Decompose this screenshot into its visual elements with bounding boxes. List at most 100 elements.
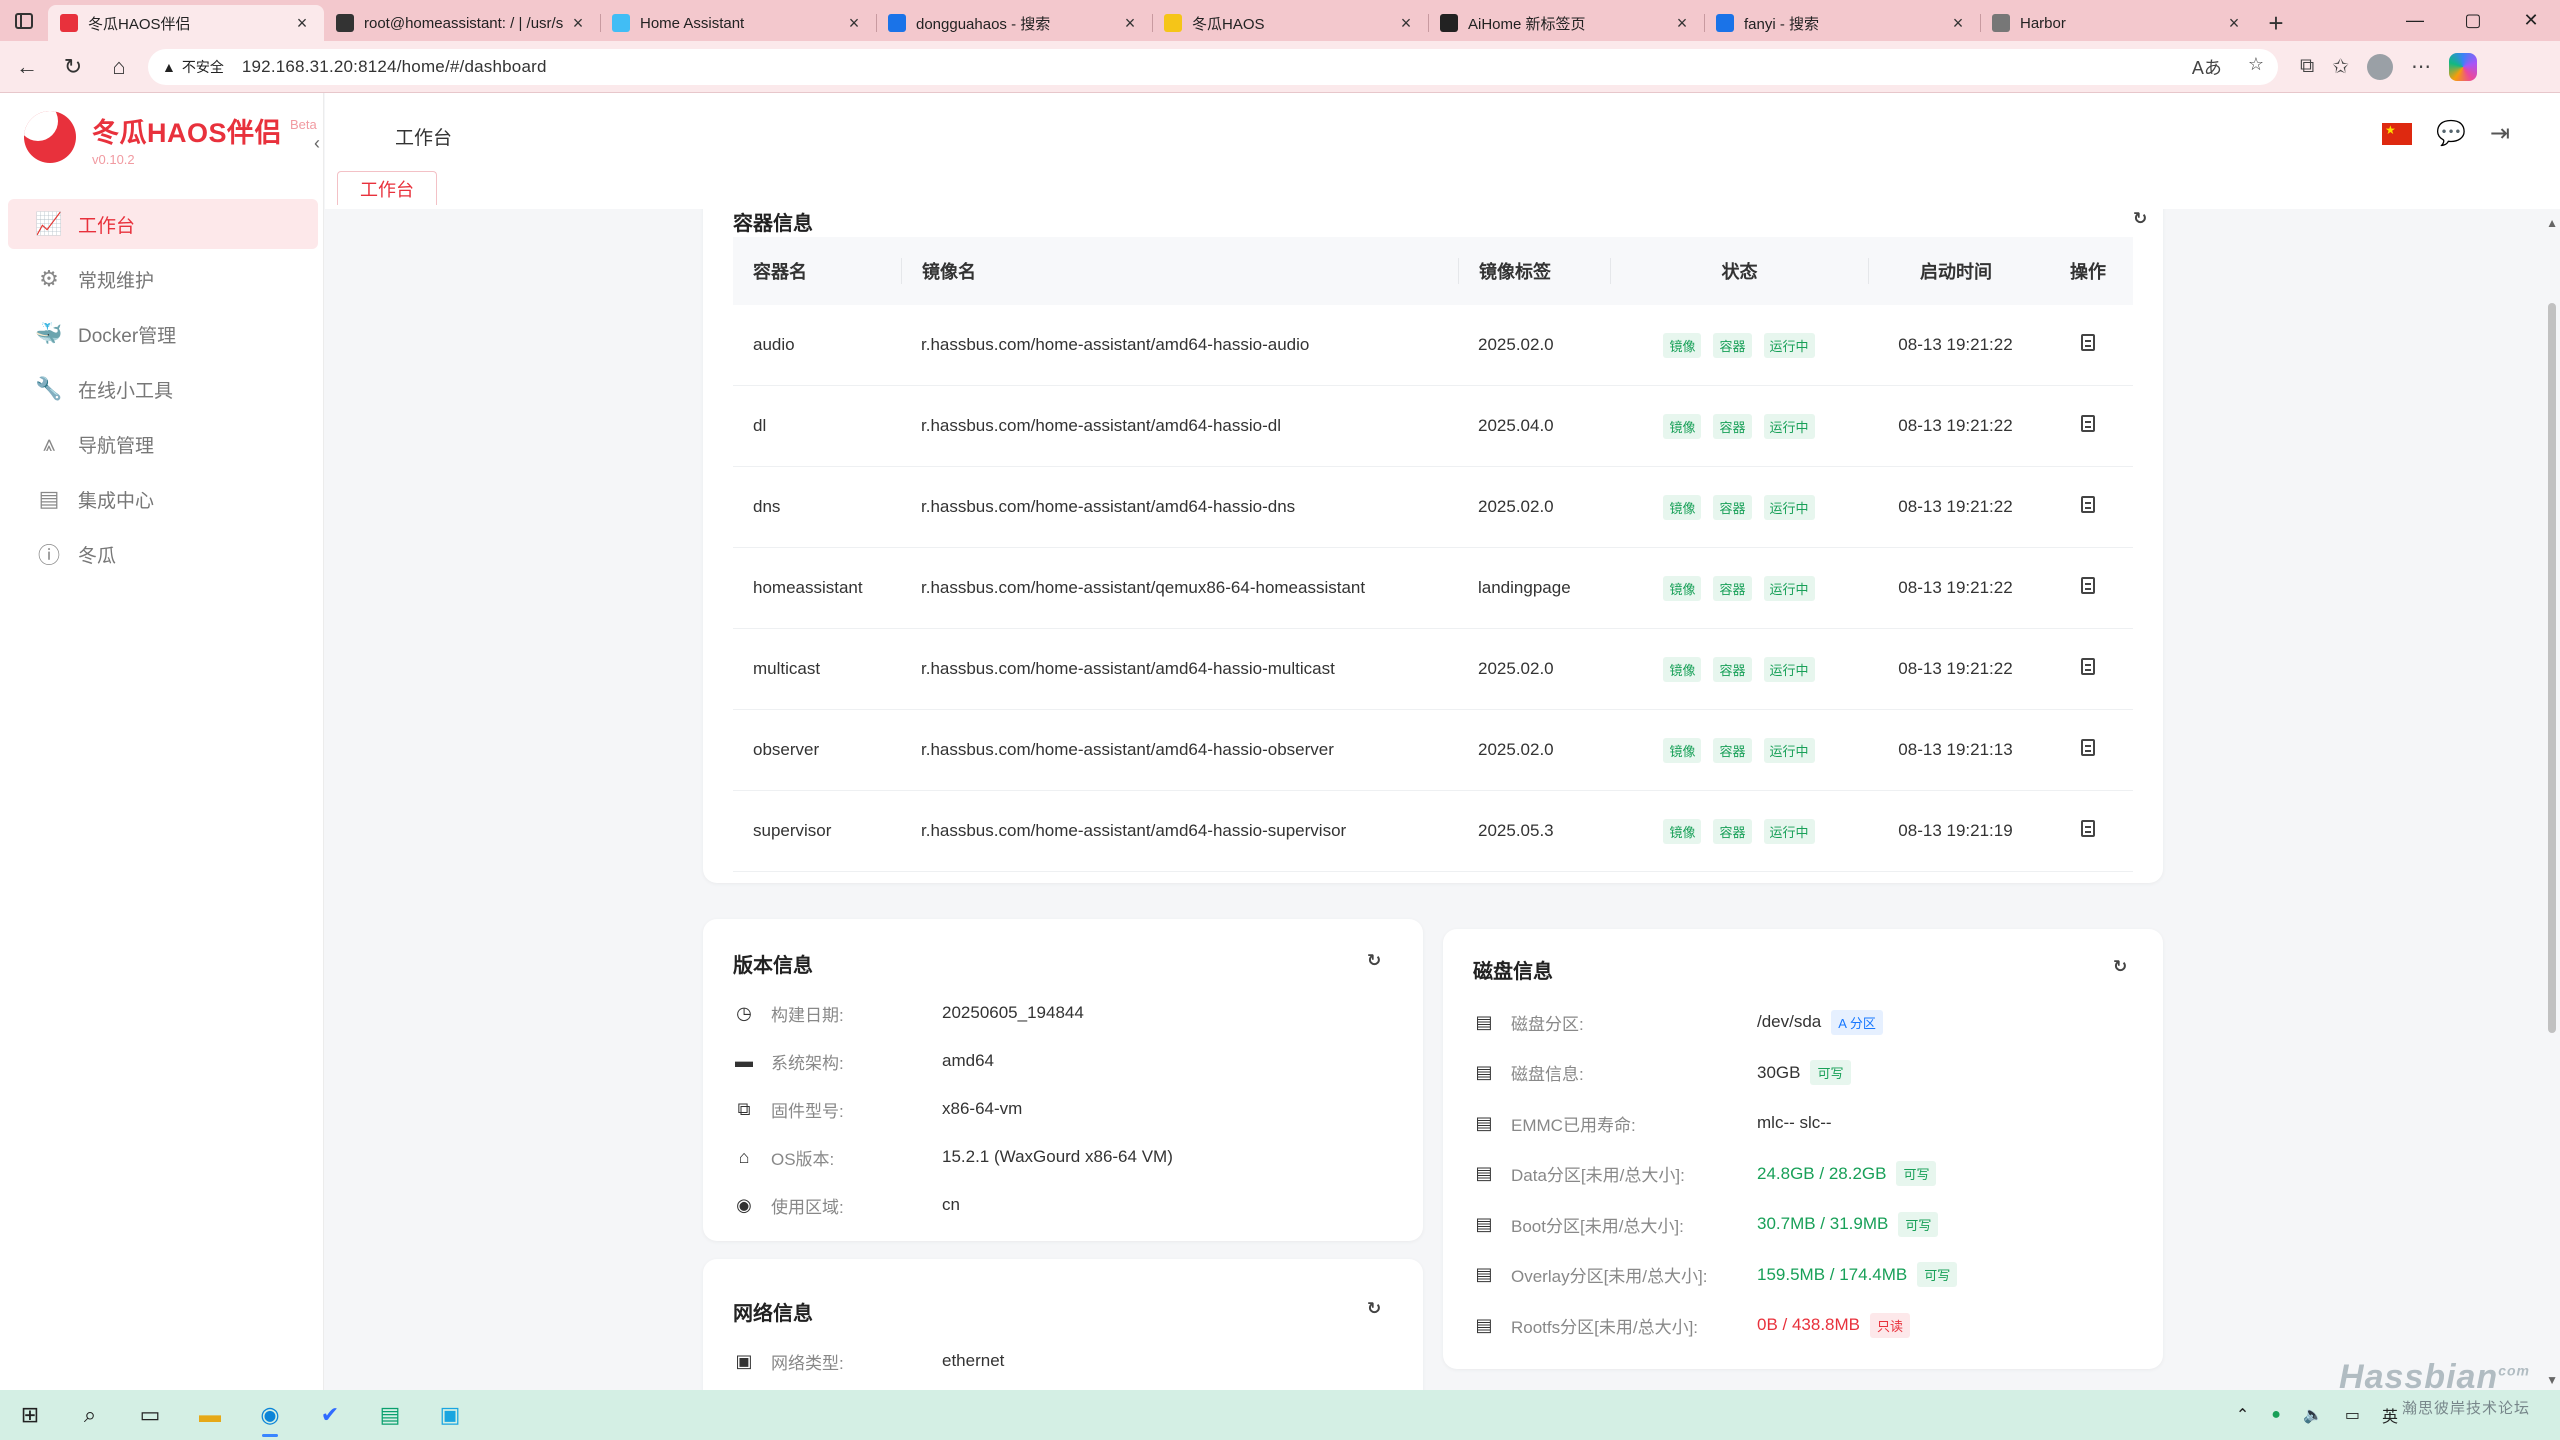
volume-icon[interactable]: 🔈	[2303, 1405, 2323, 1425]
remote-desktop-icon[interactable]: ▣	[420, 1390, 480, 1440]
copy-icon: ⧉	[737, 1098, 751, 1119]
info-label: 网络类型:	[771, 1353, 844, 1373]
status-badge: 镜像	[1663, 737, 1702, 763]
scroll-down-arrow[interactable]: ▼	[2546, 1373, 2558, 1387]
browser-tab[interactable]: Home Assistant ×	[600, 5, 876, 41]
start-button[interactable]: ⊞	[0, 1390, 60, 1440]
reload-button[interactable]: ↻	[50, 47, 96, 87]
maximize-button[interactable]: ▢	[2444, 0, 2502, 41]
status-pill: 可写	[1810, 1060, 1851, 1086]
sidebar-item[interactable]: 🐳 Docker管理	[8, 309, 318, 359]
column-header: 容器名	[753, 262, 807, 282]
status-badge: 运行中	[1763, 656, 1815, 682]
details-button[interactable]	[2043, 577, 2133, 599]
info-value: 30GB	[1757, 1062, 1801, 1082]
extensions-icon[interactable]: ⧉	[2300, 55, 2314, 78]
read-aloud-icon[interactable]: Aあ	[2192, 54, 2222, 80]
close-tab-icon[interactable]: ×	[1672, 13, 1692, 34]
language-flag-icon[interactable]	[2382, 122, 2412, 145]
brand-name: 冬瓜HAOS伴侣	[92, 118, 283, 148]
close-tab-icon[interactable]: ×	[1396, 13, 1416, 34]
more-menu-icon[interactable]: ⋯	[2411, 54, 2431, 79]
favorites-icon[interactable]: ✩	[2332, 54, 2349, 79]
container-name: homeassistant	[753, 578, 863, 597]
tab-actions-button[interactable]	[0, 0, 48, 41]
home-button[interactable]: ⌂	[96, 47, 142, 87]
status-badge: 运行中	[1763, 332, 1815, 358]
info-icon: ⓘ	[37, 543, 60, 568]
details-button[interactable]	[2043, 739, 2133, 761]
close-tab-icon[interactable]: ×	[2224, 13, 2244, 34]
image-name: r.hassbus.com/home-assistant/amd64-hassi…	[921, 497, 1296, 516]
details-button[interactable]	[2043, 658, 2133, 680]
task-view-icon[interactable]: ▭	[120, 1390, 180, 1440]
clock-icon: ◷	[736, 1002, 752, 1023]
back-button[interactable]: ←	[4, 47, 50, 87]
browser-tab[interactable]: root@homeassistant: / | /usr/s ×	[324, 5, 600, 41]
app-checkmark-icon[interactable]: ✔	[300, 1390, 360, 1440]
new-tab-button[interactable]: +	[2256, 5, 2296, 41]
sidebar-item[interactable]: ⓘ 冬瓜	[8, 529, 318, 579]
refresh-version-icon[interactable]: ↻	[1367, 951, 1381, 971]
sidebar-item-label: Docker管理	[78, 325, 177, 347]
sidebar-item[interactable]: 📈 工作台	[8, 199, 318, 249]
security-label: 不安全	[181, 58, 224, 75]
favorite-star-icon[interactable]: ☆	[2248, 54, 2264, 80]
wechat-tray-icon[interactable]: ●	[2271, 1406, 2281, 1424]
info-label: 磁盘信息:	[1511, 1065, 1584, 1085]
browser-tab[interactable]: Harbor ×	[1980, 5, 2256, 41]
browser-tab[interactable]: dongguahaos - 搜索 ×	[876, 5, 1152, 41]
browser-tab[interactable]: fanyi - 搜索 ×	[1704, 5, 1980, 41]
tray-chevron-icon[interactable]: ⌃	[2236, 1405, 2249, 1425]
tab-tag-dashboard[interactable]: 工作台	[337, 171, 437, 205]
browser-tab[interactable]: 冬瓜HAOS伴侣 ×	[48, 5, 324, 41]
document-icon	[2081, 577, 2095, 594]
sidebar-item[interactable]: ⩓ 导航管理	[8, 419, 318, 469]
address-bar[interactable]: ▲ 不安全 192.168.31.20:8124/home/#/dashboard…	[148, 48, 2278, 85]
archive-icon: ▬	[735, 1050, 753, 1071]
details-button[interactable]	[2043, 820, 2133, 842]
profile-avatar[interactable]	[2367, 53, 2394, 80]
sidebar-item-label: 冬瓜	[78, 545, 117, 567]
container-info-title: 容器信息	[733, 213, 813, 235]
container-name: dns	[753, 497, 781, 516]
copilot-icon[interactable]	[2449, 52, 2478, 81]
logout-icon[interactable]: ⇥	[2490, 119, 2510, 148]
browser-tab[interactable]: AiHome 新标签页 ×	[1428, 5, 1704, 41]
close-tab-icon[interactable]: ×	[844, 13, 864, 34]
info-row: ⌂ OS版本: 15.2.1 (WaxGourd x86-64 VM)	[733, 1133, 1173, 1181]
info-row: ◉ 使用区域: cn	[733, 1181, 1173, 1229]
refresh-disk-icon[interactable]: ↻	[2113, 957, 2127, 977]
taskbar-search-icon[interactable]: ⌕	[60, 1390, 120, 1440]
minimize-button[interactable]: —	[2386, 0, 2444, 41]
status-badge: 容器	[1713, 413, 1752, 439]
sidebar-item[interactable]: 🔧 在线小工具	[8, 364, 318, 414]
details-button[interactable]	[2043, 496, 2133, 518]
status-badge: 镜像	[1663, 818, 1702, 844]
security-warning[interactable]: ▲ 不安全	[162, 57, 224, 77]
home-assistant-icon	[612, 14, 630, 32]
browser-tab[interactable]: 冬瓜HAOS ×	[1152, 5, 1428, 41]
watermark-text: Hassbian	[2339, 1358, 2499, 1396]
image-tag: 2025.02.0	[1478, 497, 1554, 516]
sidebar-item[interactable]: ⚙ 常规维护	[8, 254, 318, 304]
close-tab-icon[interactable]: ×	[292, 13, 312, 34]
info-label: Boot分区[未用/总大小]:	[1511, 1216, 1684, 1236]
refresh-containers-icon[interactable]: ↻	[2133, 209, 2147, 229]
status-cell: 镜像 容器 运行中	[1610, 737, 1868, 763]
collapse-sidebar-icon[interactable]: ‹	[314, 133, 320, 154]
sidebar-item[interactable]: ▤ 集成中心	[8, 474, 318, 524]
edge-browser-icon[interactable]: ◉	[240, 1390, 300, 1440]
refresh-network-icon[interactable]: ↻	[1367, 1299, 1381, 1319]
page-scrollbar[interactable]	[2548, 303, 2556, 1033]
close-tab-icon[interactable]: ×	[1948, 13, 1968, 34]
close-window-button[interactable]: ✕	[2502, 0, 2560, 41]
file-explorer-icon[interactable]: ▬	[180, 1390, 240, 1440]
scroll-up-arrow[interactable]: ▲	[2546, 216, 2558, 230]
details-button[interactable]	[2043, 334, 2133, 356]
app-stack-icon[interactable]: ▤	[360, 1390, 420, 1440]
chat-icon[interactable]: 💬	[2436, 119, 2466, 148]
details-button[interactable]	[2043, 415, 2133, 437]
close-tab-icon[interactable]: ×	[1120, 13, 1140, 34]
close-tab-icon[interactable]: ×	[568, 13, 588, 34]
